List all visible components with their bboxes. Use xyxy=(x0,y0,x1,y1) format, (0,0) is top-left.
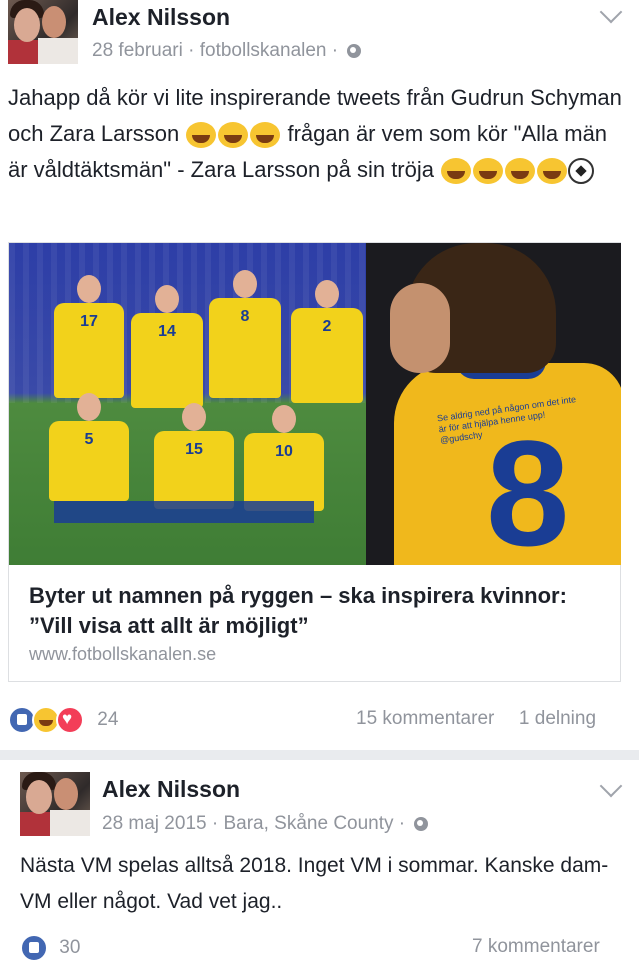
laughing-emoji-icon xyxy=(505,158,536,185)
reactions-summary[interactable]: 24 xyxy=(8,706,118,734)
meta-separator: · xyxy=(331,40,344,61)
player-jersey: 2 xyxy=(291,280,363,403)
meta-separator: · xyxy=(188,40,200,61)
reaction-count: 30 xyxy=(59,937,81,959)
post-date[interactable]: 28 februari xyxy=(92,40,183,61)
love-icon xyxy=(56,706,84,734)
laughing-emoji-icon xyxy=(218,122,249,149)
player-jersey: 17 xyxy=(54,275,124,398)
like-icon xyxy=(20,934,48,962)
link-domain: www.fotbollskanalen.se xyxy=(29,644,217,664)
jersey-number: 8 xyxy=(486,409,570,565)
link-preview-image[interactable]: 17 14 8 2 5 15 10 Se aldrig ned på någon… xyxy=(9,243,621,565)
author-avatar[interactable] xyxy=(20,772,90,836)
reactions-summary[interactable]: 30 xyxy=(20,934,80,962)
author-name[interactable]: Alex Nilsson xyxy=(102,776,240,803)
laughing-emoji-icon xyxy=(473,158,504,185)
player-jersey: 8 xyxy=(209,270,281,398)
post-source[interactable]: fotbollskanalen xyxy=(200,40,327,61)
player-jersey: 14 xyxy=(131,285,203,408)
post-text: Jahapp då kör vi lite inspirerande tweet… xyxy=(8,80,628,188)
post-date[interactable]: 28 maj 2015 xyxy=(102,813,207,834)
meta-separator: · xyxy=(398,813,411,834)
laughing-emoji-icon xyxy=(441,158,472,185)
laughing-emoji-icon xyxy=(186,122,217,149)
link-preview-card[interactable]: 17 14 8 2 5 15 10 Se aldrig ned på någon… xyxy=(8,242,621,682)
globe-icon xyxy=(347,43,362,58)
player-jersey: 5 xyxy=(49,393,129,501)
comments-count[interactable]: 7 kommentarer xyxy=(472,936,600,958)
author-avatar[interactable] xyxy=(8,0,78,64)
post-divider xyxy=(0,750,639,760)
chevron-down-icon[interactable] xyxy=(599,0,623,24)
comments-count[interactable]: 15 kommentarer xyxy=(356,708,494,729)
post-location[interactable]: Bara, Skåne County xyxy=(223,813,393,834)
player-jersey: 10 xyxy=(244,405,324,511)
soccer-ball-icon xyxy=(568,158,595,185)
post-1: Alex Nilsson 28 februari · fotbollskanal… xyxy=(0,0,639,750)
chevron-down-icon[interactable] xyxy=(599,774,623,798)
post-meta: 28 maj 2015 · Bara, Skåne County · xyxy=(102,813,429,835)
globe-icon xyxy=(414,816,429,831)
player-jersey: 15 xyxy=(154,403,234,509)
meta-separator: · xyxy=(211,813,224,834)
post-meta: 28 februari · fotbollskanalen · xyxy=(92,40,362,62)
shares-count[interactable]: 1 delning xyxy=(519,708,596,729)
laughing-emoji-icon xyxy=(537,158,568,185)
author-name[interactable]: Alex Nilsson xyxy=(92,4,230,31)
jersey-portrait: Se aldrig ned på någon om det inte är fö… xyxy=(366,243,621,565)
post-text: Nästa VM spelas alltså 2018. Inget VM i … xyxy=(20,854,609,913)
reaction-count: 24 xyxy=(97,709,119,731)
post-stats: 15 kommentarer 1 delning xyxy=(356,708,596,730)
laughing-emoji-icon xyxy=(250,122,281,149)
link-title[interactable]: Byter ut namnen på ryggen – ska inspirer… xyxy=(29,581,599,641)
team-photo: 17 14 8 2 5 15 10 xyxy=(9,243,366,565)
post-2: Alex Nilsson 28 maj 2015 · Bara, Skåne C… xyxy=(0,760,639,964)
